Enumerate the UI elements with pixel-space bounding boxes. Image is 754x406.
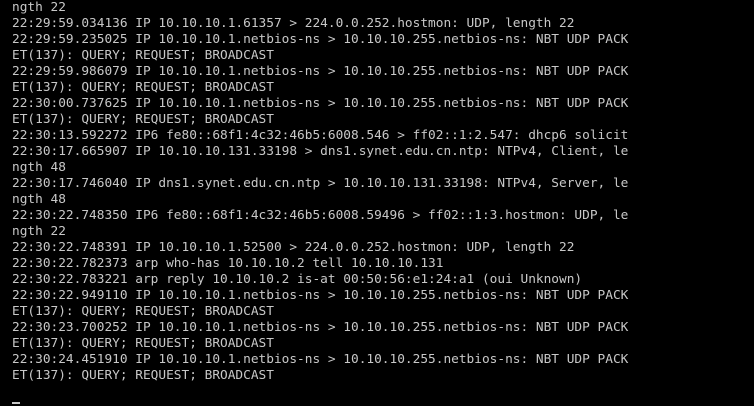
terminal-line: ET(137): QUERY; REQUEST; BROADCAST bbox=[12, 112, 274, 127]
terminal-line: 22:30:17.665907 IP 10.10.10.131.33198 > … bbox=[12, 144, 629, 159]
terminal-line: 22:30:00.737625 IP 10.10.10.1.netbios-ns… bbox=[12, 96, 629, 111]
terminal-line: ET(137): QUERY; REQUEST; BROADCAST bbox=[12, 368, 274, 383]
terminal-line: ET(137): QUERY; REQUEST; BROADCAST bbox=[12, 304, 274, 319]
terminal-line: 22:30:22.783221 arp reply 10.10.10.2 is-… bbox=[12, 272, 583, 287]
terminal-line: 22:30:23.700252 IP 10.10.10.1.netbios-ns… bbox=[12, 320, 629, 335]
text-cursor bbox=[12, 402, 20, 404]
terminal-line: ngth 48 bbox=[12, 192, 66, 207]
terminal-line: 22:30:17.746040 IP dns1.synet.edu.cn.ntp… bbox=[12, 176, 629, 191]
terminal-line: ngth 22 bbox=[12, 224, 66, 239]
terminal-line: 22:30:22.949110 IP 10.10.10.1.netbios-ns… bbox=[12, 288, 629, 303]
terminal-line: 22:30:24.451910 IP 10.10.10.1.netbios-ns… bbox=[12, 352, 629, 367]
terminal-line: ET(137): QUERY; REQUEST; BROADCAST bbox=[12, 48, 274, 63]
terminal-line: 22:29:59.986079 IP 10.10.10.1.netbios-ns… bbox=[12, 64, 629, 79]
terminal-line: 22:30:22.748391 IP 10.10.10.1.52500 > 22… bbox=[12, 240, 575, 255]
terminal-line: ngth 48 bbox=[12, 160, 66, 175]
terminal-line: 22:29:59.034136 IP 10.10.10.1.61357 > 22… bbox=[12, 16, 575, 31]
terminal-output: ngth 22 22:29:59.034136 IP 10.10.10.1.61… bbox=[12, 0, 628, 384]
terminal-line: 22:30:22.748350 IP6 fe80::68f1:4c32:46b5… bbox=[12, 208, 629, 223]
terminal-line: ngth 22 bbox=[12, 0, 66, 15]
terminal-line: ET(137): QUERY; REQUEST; BROADCAST bbox=[12, 80, 274, 95]
terminal-line: 22:30:13.592272 IP6 fe80::68f1:4c32:46b5… bbox=[12, 128, 629, 143]
terminal-line: ET(137): QUERY; REQUEST; BROADCAST bbox=[12, 336, 274, 351]
terminal-console[interactable]: ngth 22 22:29:59.034136 IP 10.10.10.1.61… bbox=[0, 0, 754, 406]
terminal-line: 22:30:22.782373 arp who-has 10.10.10.2 t… bbox=[12, 256, 444, 271]
terminal-line: 22:29:59.235025 IP 10.10.10.1.netbios-ns… bbox=[12, 32, 629, 47]
